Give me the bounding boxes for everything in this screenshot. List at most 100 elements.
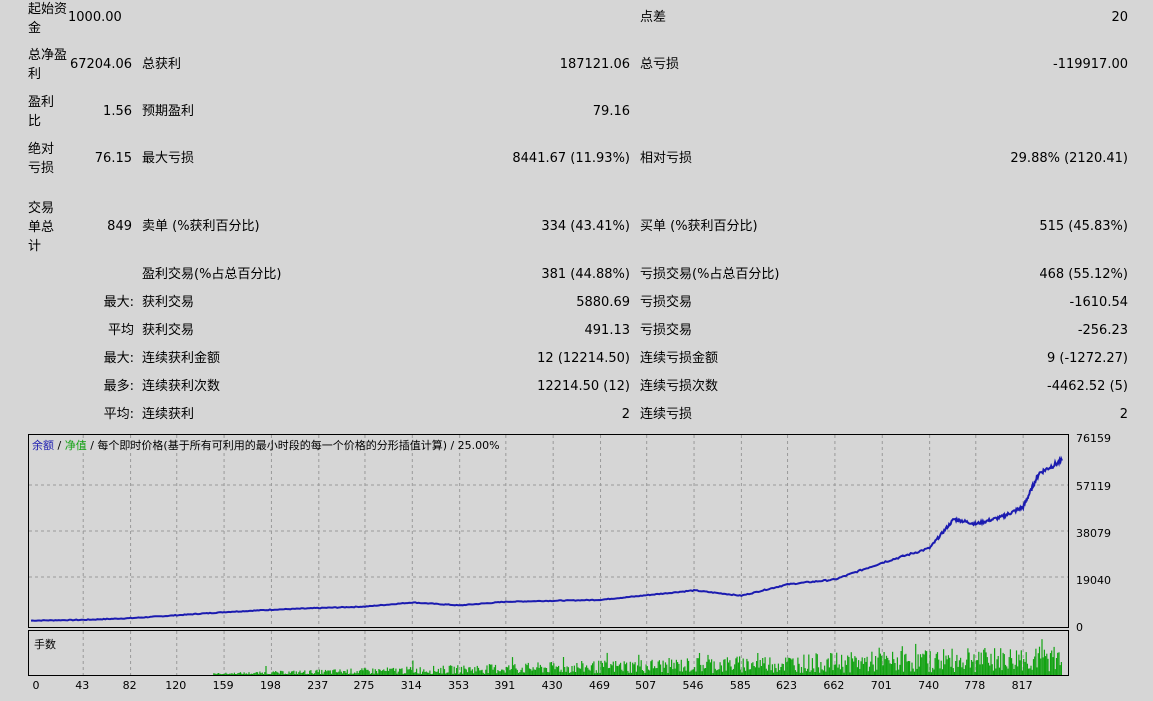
initial-deposit-value: 1000.00 [68,10,122,25]
lot-bar [981,664,984,675]
lot-bar [537,662,539,675]
lot-bar [1014,664,1016,675]
lot-bar [901,646,903,675]
lot-bar [579,668,582,675]
lot-bar [936,652,939,675]
lot-bar [632,662,634,675]
lot-bar [503,670,505,675]
lot-bar [248,672,250,675]
lot-bar [241,673,243,675]
lot-bar [683,667,685,675]
lot-bar [590,665,592,675]
lot-bar [219,673,221,675]
lot-bar [815,653,817,675]
lot-bar [1020,650,1022,675]
initial-deposit-label: 起始资金 [28,2,68,36]
lot-bar [706,661,708,675]
lot-bar [758,667,760,675]
lot-bar [252,673,254,675]
lot-bar [475,671,477,675]
lot-bar [571,666,573,675]
lot-bar [651,659,653,675]
lot-bar [581,661,583,675]
lot-bar [233,672,235,675]
legend-equity: 净值 [64,439,87,452]
lot-bar [290,671,293,675]
gross-profit-label: 总获利 [142,57,182,72]
lot-bar [692,669,694,675]
lot-bar [277,672,279,675]
lot-bar [395,668,397,675]
lot-bar [369,673,371,675]
gross-loss-value: -119917.00 [1053,57,1128,72]
lot-bar [360,670,362,675]
lot-bar [697,658,699,675]
lot-bar [951,648,953,675]
lot-bar [705,668,707,675]
lot-bar [624,664,626,675]
chart-legend: 余额 / 净值 / 每个即时价格(基于所有可利用的最小时段的每一个价格的分形插值… [32,439,500,453]
lot-bar [596,672,599,675]
lot-bar [382,670,384,675]
lot-bar [272,671,274,675]
lot-bar [363,668,365,675]
lot-bar [389,668,391,675]
lot-bar [584,667,586,675]
lot-bar [911,662,913,675]
lot-bar [1052,657,1054,675]
lot-bar [780,667,782,675]
x-tick: 314 [400,679,422,692]
lot-bar [731,669,733,675]
lot-bar [953,672,956,675]
lot-bar [329,670,331,675]
lot-bar [408,669,410,675]
lot-bar [496,673,498,675]
lot-bar [675,659,677,675]
lot-bar [813,668,815,675]
lot-bar [922,653,924,675]
lot-bar [522,672,524,675]
lot-bar [879,653,881,675]
expected-payoff-label: 预期盈利 [142,104,195,119]
x-tick: 120 [165,679,187,692]
lot-bar [237,673,239,675]
lot-bar [1024,661,1026,675]
lot-bar [599,672,601,675]
lot-bar [429,670,431,675]
lot-bar [215,674,217,675]
lot-bar [715,670,718,675]
lot-bar [890,664,892,675]
avg-consec-win-value: 2 [621,407,630,422]
lot-bar [559,671,561,675]
lot-bar [247,674,249,675]
lot-bar [348,674,350,675]
lot-bar [734,664,736,675]
lot-bar [365,668,367,675]
lot-bar [753,666,755,675]
lot-bar [985,652,987,675]
lot-bar [894,663,896,675]
largest-profit-label: 获利交易 [142,295,195,310]
maximal-consec-loss-value: -4462.52 (5) [1047,379,1128,394]
lot-bar [1003,654,1005,675]
lot-bar [514,664,516,675]
lot-bar [737,662,739,675]
lot-bar [454,673,456,675]
lot-bar [751,663,753,675]
lot-bar [868,666,871,675]
lot-bar [765,668,767,675]
lot-bar [782,664,784,675]
lot-bar [467,672,469,675]
lot-bar [969,667,971,675]
lot-bar [330,673,333,675]
lot-bar [292,671,294,675]
lot-bar [934,658,936,675]
lot-bar [668,658,670,675]
lot-bar [1000,648,1002,675]
lot-bar [452,673,454,675]
avg-loss-label: 亏损交易 [640,323,693,338]
lot-bar [828,667,830,675]
lot-bar [788,657,790,675]
lot-bar [722,671,724,675]
lot-bar [775,668,777,675]
